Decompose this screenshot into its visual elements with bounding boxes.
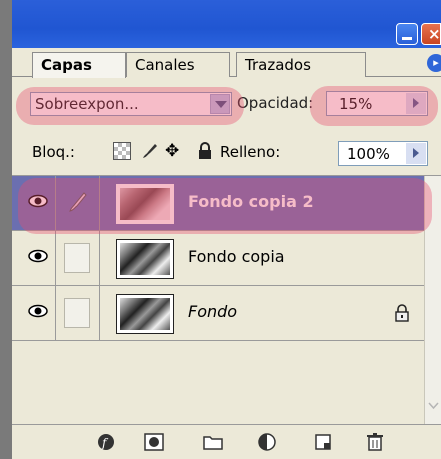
layer-link-cell[interactable] (56, 176, 100, 230)
tab-canales[interactable]: Canales (126, 52, 230, 77)
layer-thumbnail (116, 239, 174, 279)
visibility-toggle[interactable] (20, 231, 56, 285)
layer-link-cell[interactable] (56, 231, 100, 285)
blend-mode-select[interactable]: Sobreexpon... (30, 92, 232, 116)
fill-label: Relleno: (220, 143, 281, 161)
layer-row-fondo[interactable]: Fondo (12, 286, 424, 341)
trash-icon[interactable] (364, 432, 386, 452)
panel-menu-icon[interactable]: ▸ (427, 54, 441, 72)
layer-name: Fondo copia (188, 247, 285, 266)
lock-row: Bloq.: ✥ Relleno: 100% (12, 128, 441, 176)
layer-mask-icon[interactable] (143, 432, 165, 452)
lock-label: Bloq.: (32, 143, 75, 161)
panel-footer: f (12, 424, 441, 459)
close-icon[interactable]: × (421, 23, 441, 45)
window-left-edge (0, 0, 12, 459)
eye-icon (28, 194, 48, 208)
lock-transparency-icon[interactable] (113, 142, 131, 160)
layer-row-fondo-copia[interactable]: Fondo copia (12, 231, 424, 286)
fill-value: 100% (347, 145, 390, 163)
triangle-right-icon[interactable] (406, 143, 426, 164)
brush-icon (69, 192, 87, 212)
opacity-value: 15% (339, 95, 373, 113)
lock-all-icon[interactable] (196, 142, 214, 160)
visibility-toggle[interactable] (20, 176, 56, 230)
panel-titlebar: × (12, 0, 441, 48)
eye-icon (28, 304, 48, 318)
new-layer-icon[interactable] (312, 432, 334, 452)
fill-field[interactable]: 100% (338, 141, 428, 166)
layer-name: Fondo (188, 302, 238, 321)
tab-capas[interactable]: Capas (32, 52, 126, 78)
lock-brush-icon[interactable] (141, 142, 159, 160)
minimize-icon[interactable] (396, 23, 418, 45)
lock-move-icon[interactable]: ✥ (165, 142, 183, 160)
layer-name: Fondo copia 2 (188, 192, 314, 211)
new-group-icon[interactable] (202, 432, 224, 452)
panel-tabs: Canales Trazados Capas ▸ (12, 48, 441, 78)
blend-row: Sobreexpon... Opacidad: 15% (12, 78, 441, 128)
layer-style-icon[interactable]: f (96, 432, 118, 452)
chevron-down-icon[interactable] (210, 94, 230, 114)
tab-trazados[interactable]: Trazados (236, 52, 366, 77)
layer-thumbnail (116, 294, 174, 334)
visibility-toggle[interactable] (20, 286, 56, 340)
layer-row-fondo-copia-2[interactable]: Fondo copia 2 (12, 176, 424, 231)
opacity-label: Opacidad: (237, 94, 314, 112)
eye-icon (28, 249, 48, 263)
layer-link-cell[interactable] (56, 286, 100, 340)
layers-panel: × Canales Trazados Capas ▸ Sobreexpon...… (12, 0, 441, 459)
scroll-down-icon (428, 402, 439, 410)
layer-lock-icon (394, 304, 410, 326)
layer-list-scrollbar[interactable] (424, 176, 441, 424)
layer-list: Fondo copia 2 Fondo copia Fondo (12, 176, 424, 424)
layer-thumbnail (116, 184, 174, 224)
opacity-field[interactable]: 15% (326, 91, 428, 116)
blend-mode-value: Sobreexpon... (35, 95, 139, 113)
adjustment-layer-icon[interactable] (257, 432, 279, 452)
triangle-right-icon[interactable] (406, 93, 426, 114)
